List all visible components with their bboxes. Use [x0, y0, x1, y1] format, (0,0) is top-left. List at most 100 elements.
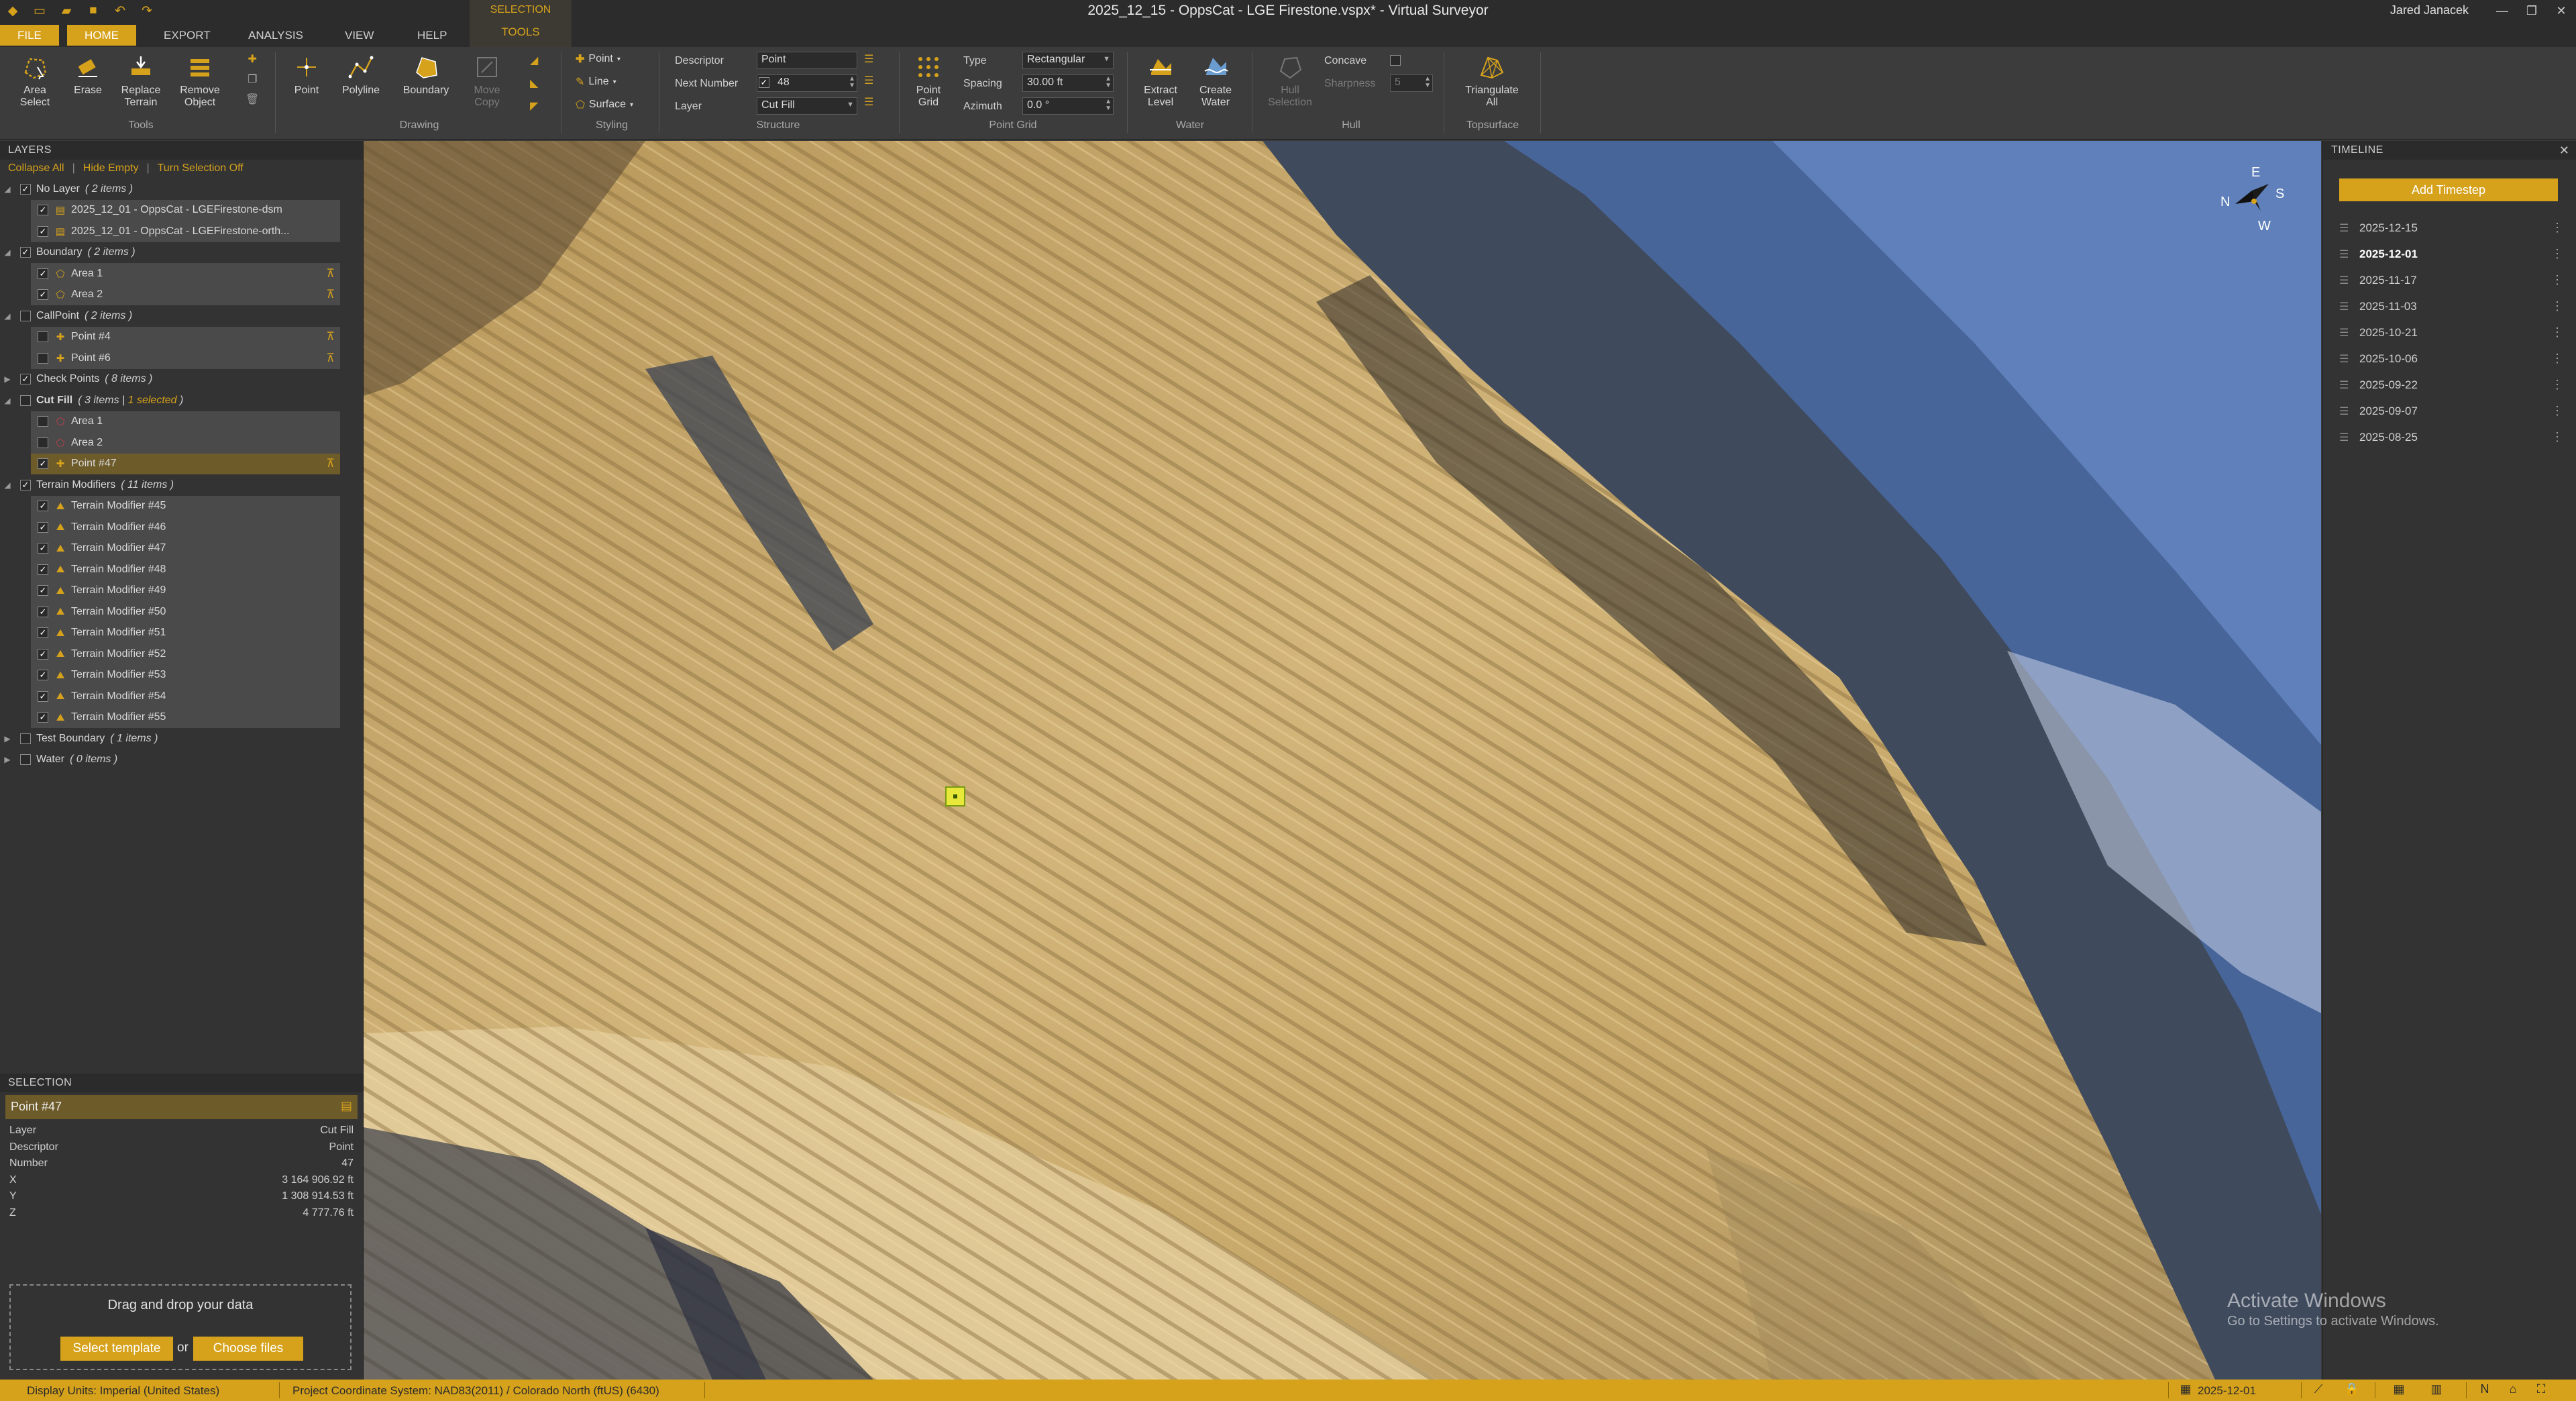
north-up-icon[interactable]: N	[2477, 1382, 2493, 1398]
layer-item[interactable]: ✓ ⛰ Terrain Modifier #51	[31, 622, 340, 643]
minimize-icon[interactable]: —	[2487, 0, 2517, 21]
timestep-row[interactable]: ☰ 2025-10-21 ⋮	[2339, 319, 2567, 346]
number-list-icon[interactable]: ☰	[864, 74, 873, 87]
current-date[interactable]: 2025-12-01	[2198, 1384, 2256, 1398]
spinner-icon[interactable]: ▲ ▼	[1105, 99, 1112, 112]
more-options-icon[interactable]: ⋮	[2551, 325, 2563, 340]
layer-item[interactable]: ✓ ⛰ Terrain Modifier #48	[31, 559, 340, 580]
item-visibility-checkbox[interactable]: ✓	[38, 690, 48, 702]
layer-item[interactable]: ✓ ▤ 2025_12_01 - OppsCat - LGEFirestone-ds…	[31, 199, 340, 221]
drop-zone[interactable]: Drag and drop your data Select template …	[9, 1284, 352, 1370]
more-options-icon[interactable]: ⋮	[2551, 273, 2563, 287]
next-number-input[interactable]: ✓ 48 ▲ ▼	[757, 74, 857, 92]
item-visibility-checkbox[interactable]: ✓	[38, 543, 48, 554]
grid-type-select[interactable]: Rectangular ▼	[1022, 52, 1114, 69]
copy-icon[interactable]: ❐	[248, 72, 257, 86]
timestep-row[interactable]: ☰ 2025-11-03 ⋮	[2339, 293, 2567, 319]
delete-icon[interactable]: 🗑	[246, 93, 259, 106]
next-number-checkbox[interactable]: ✓	[759, 77, 769, 88]
more-options-icon[interactable]: ⋮	[2551, 247, 2563, 261]
more-options-icon[interactable]: ⋮	[2551, 430, 2563, 444]
item-visibility-checkbox[interactable]: ✓	[38, 225, 48, 237]
item-visibility-checkbox[interactable]: ✓	[38, 205, 48, 216]
layer-visibility-checkbox[interactable]: ✓	[20, 247, 31, 258]
layer-item[interactable]: ✚ Point #6 ⊼	[31, 348, 340, 369]
more-options-icon[interactable]: ⋮	[2551, 404, 2563, 418]
layer-item[interactable]: ✓ ⛰ Terrain Modifier #49	[31, 580, 340, 601]
chevron-right-icon[interactable]: ▶	[0, 734, 15, 743]
more-options-icon[interactable]: ⋮	[2551, 352, 2563, 366]
close-icon[interactable]: ✕	[2546, 0, 2576, 21]
timestep-row[interactable]: ☰ 2025-11-17 ⋮	[2339, 267, 2567, 293]
grid-view-icon[interactable]: ▦	[2391, 1382, 2407, 1398]
redo-icon[interactable]: ↷	[140, 3, 154, 18]
drag-handle-icon[interactable]: ☰	[2339, 300, 2353, 313]
pin-icon[interactable]: ⊼	[327, 457, 335, 470]
more-options-icon[interactable]: ⋮	[2551, 299, 2563, 313]
polyline-button[interactable]: Polyline	[334, 52, 388, 97]
item-visibility-checkbox[interactable]: ✓	[38, 585, 48, 596]
drag-handle-icon[interactable]: ☰	[2339, 326, 2353, 340]
item-visibility-checkbox[interactable]	[38, 331, 48, 343]
drag-handle-icon[interactable]: ☰	[2339, 431, 2353, 444]
item-visibility-checkbox[interactable]: ✓	[38, 564, 48, 575]
timestep-row[interactable]: ☰ 2025-08-25 ⋮	[2339, 424, 2567, 450]
tab-help[interactable]: HELP	[400, 25, 464, 46]
layer-item[interactable]: ✓ ⬠ Area 1 ⊼	[31, 263, 340, 284]
layer-select[interactable]: Cut Fill ▼	[757, 97, 857, 115]
tab-tools[interactable]: TOOLS	[470, 25, 572, 39]
item-visibility-checkbox[interactable]	[38, 437, 48, 448]
drag-handle-icon[interactable]: ☰	[2339, 274, 2353, 287]
drag-handle-icon[interactable]: ☰	[2339, 378, 2353, 392]
timestep-row[interactable]: ☰ 2025-09-07 ⋮	[2339, 398, 2567, 424]
layer-visibility-checkbox[interactable]	[20, 754, 31, 766]
layer-group[interactable]: ◢ CallPoint ( 2 items )	[0, 305, 363, 327]
pin-icon[interactable]: ▤	[341, 1099, 352, 1113]
selected-point-marker[interactable]	[945, 786, 965, 807]
slope-icon[interactable]: ◤	[530, 99, 538, 113]
hide-empty-link[interactable]: Hide Empty	[83, 162, 139, 176]
tab-view[interactable]: VIEW	[327, 25, 391, 46]
layer-item[interactable]: ✓ ⛰ Terrain Modifier #55	[31, 707, 340, 728]
hull-selection-button[interactable]: Hull Selection	[1261, 52, 1319, 109]
layer-item[interactable]: ✓ ⛰ Terrain Modifier #47	[31, 537, 340, 559]
layer-item[interactable]: ⬠ Area 2	[31, 432, 340, 454]
layer-item[interactable]: ✚ Point #4 ⊼	[31, 326, 340, 348]
restore-icon[interactable]: ❐	[2517, 0, 2546, 21]
more-options-icon[interactable]: ⋮	[2551, 378, 2563, 392]
open-folder-icon[interactable]: ▰	[59, 3, 74, 18]
boundary-button[interactable]: Boundary	[396, 52, 456, 97]
lock-icon[interactable]: 🔒	[2344, 1382, 2360, 1398]
layer-item[interactable]: ✓ ✚ Point #47 ⊼	[31, 453, 340, 474]
turn-selection-off-link[interactable]: Turn Selection Off	[158, 162, 244, 176]
layer-item[interactable]: ✓ ⛰ Terrain Modifier #45	[31, 495, 340, 517]
drag-handle-icon[interactable]: ☰	[2339, 248, 2353, 261]
layer-group[interactable]: ◢ ✓ Terrain Modifiers ( 11 items )	[0, 474, 363, 496]
layout-icon[interactable]: ▥	[2428, 1382, 2445, 1398]
pin-icon[interactable]: ⊼	[327, 330, 335, 344]
remove-object-button[interactable]: Remove Object	[172, 52, 228, 109]
drag-handle-icon[interactable]: ☰	[2339, 221, 2353, 235]
sharpness-input[interactable]: 5 ▲ ▼	[1390, 74, 1433, 92]
layer-visibility-checkbox[interactable]: ✓	[20, 374, 31, 385]
more-options-icon[interactable]: ⋮	[2551, 221, 2563, 235]
concave-checkbox[interactable]	[1390, 55, 1401, 66]
erase-button[interactable]: Erase	[64, 52, 111, 97]
tab-analysis[interactable]: ANALYSIS	[231, 25, 321, 46]
layer-item[interactable]: ✓ ⛰ Terrain Modifier #50	[31, 601, 340, 623]
style-surface-dropdown[interactable]: ⬠ Surface ▾	[576, 98, 633, 111]
chevron-right-icon[interactable]: ▶	[0, 374, 15, 384]
flatten-icon[interactable]: ◣	[530, 76, 538, 90]
save-icon[interactable]: ■	[86, 3, 101, 18]
item-visibility-checkbox[interactable]: ✓	[38, 458, 48, 470]
point-button[interactable]: Point	[283, 52, 330, 97]
move-copy-button[interactable]: Move Copy	[462, 52, 513, 109]
create-water-button[interactable]: Create Water	[1190, 52, 1241, 109]
descriptor-list-icon[interactable]: ☰	[864, 52, 873, 66]
collapse-all-link[interactable]: Collapse All	[8, 162, 64, 176]
item-visibility-checkbox[interactable]	[38, 352, 48, 364]
add-timestep-button[interactable]: Add Timestep	[2339, 178, 2558, 201]
layer-group[interactable]: ▶ Water ( 0 items )	[0, 749, 363, 771]
drape-icon[interactable]: ◢	[530, 54, 538, 67]
layer-visibility-checkbox[interactable]	[20, 733, 31, 744]
